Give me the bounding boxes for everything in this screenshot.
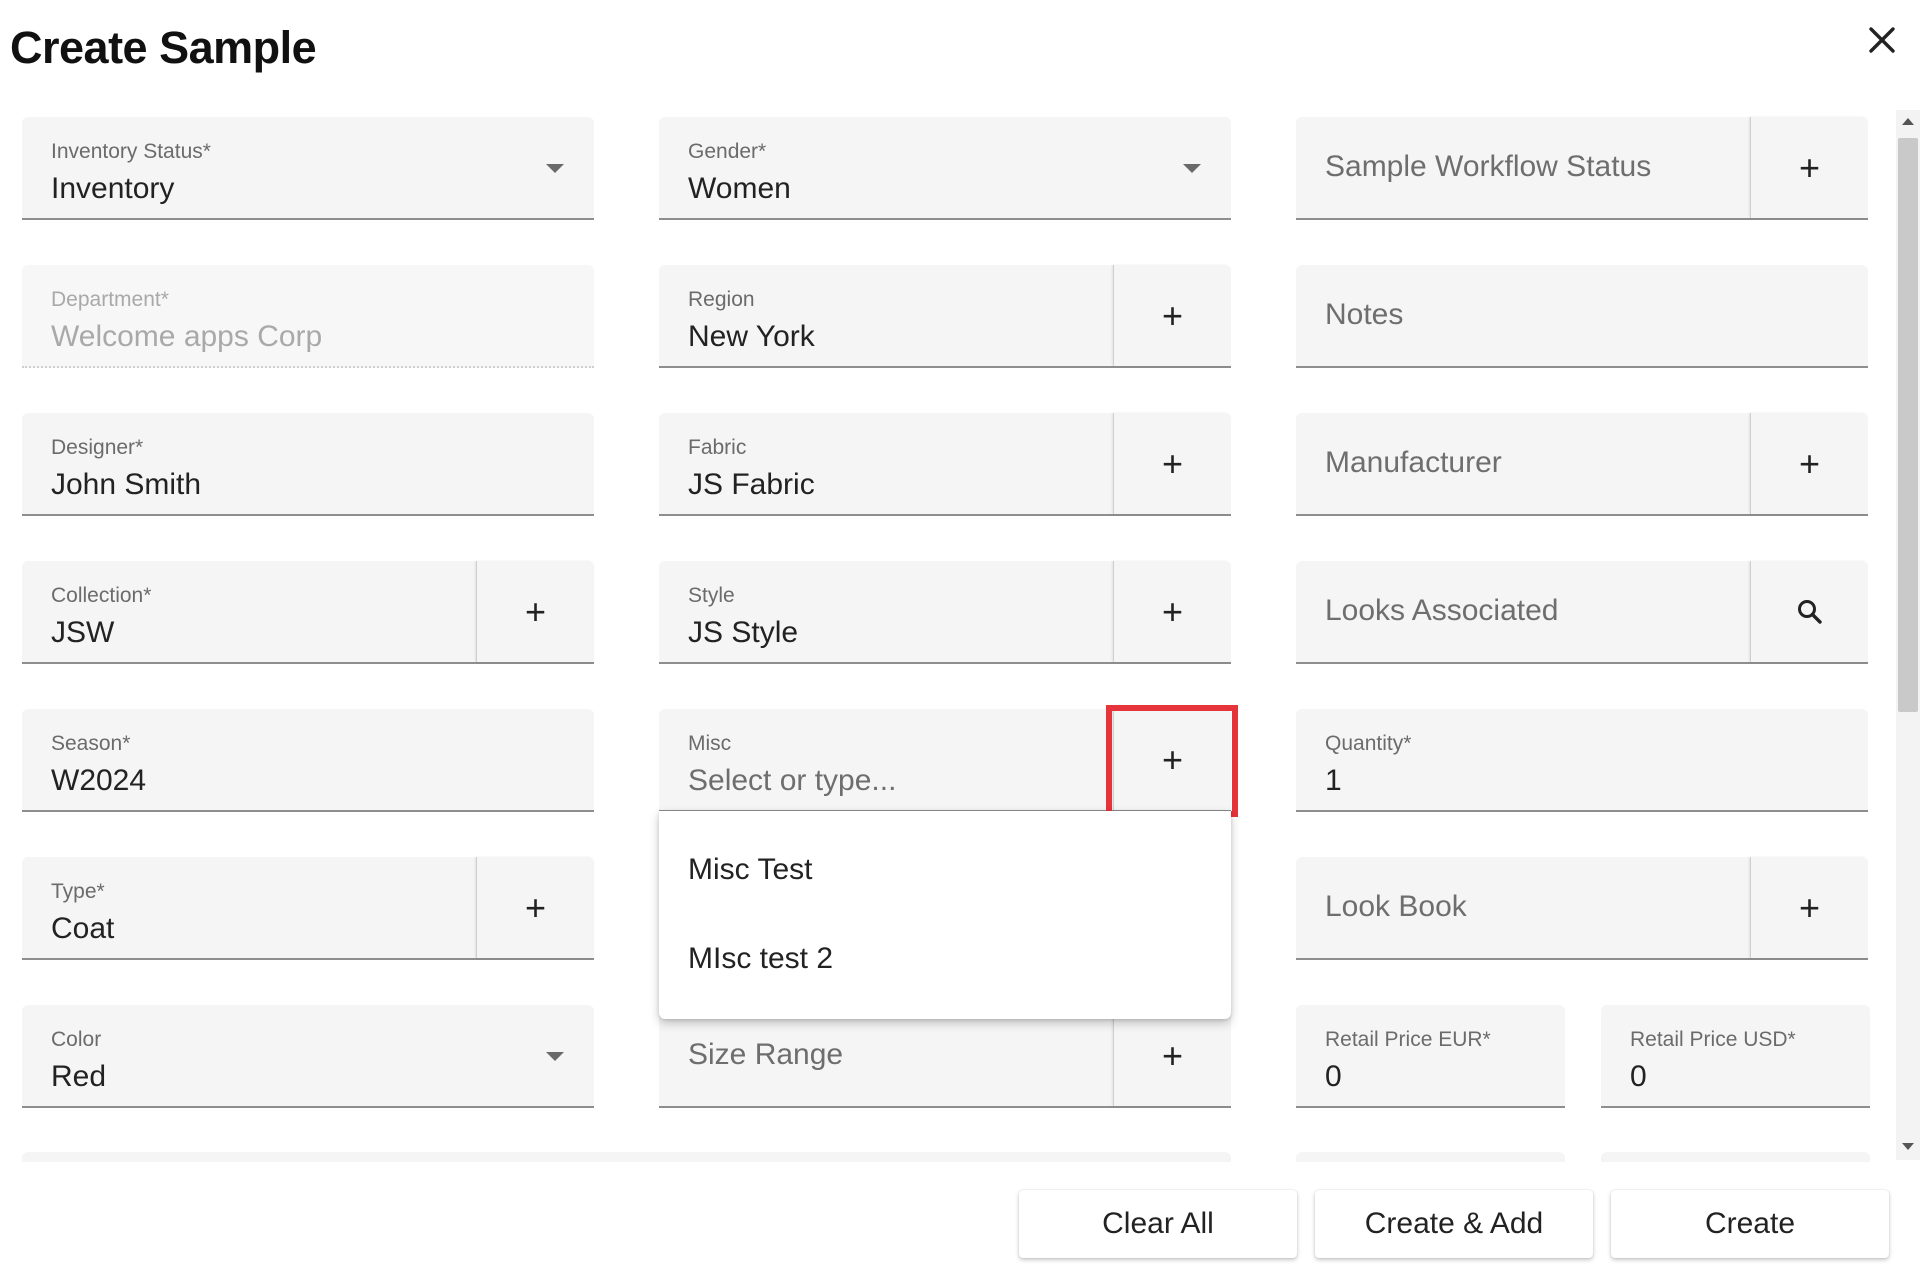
plus-icon: + [1161,1034,1184,1076]
designer-label: Designer* [51,436,144,459]
gender-select[interactable]: Gender* Women [659,117,1231,220]
notes-field[interactable]: Notes [1296,265,1868,368]
add-style-button[interactable]: + [1113,561,1231,662]
fabric-field[interactable]: Fabric JS Fabric + [659,413,1231,516]
page-title: Create Sample [10,22,317,73]
retail-price-usd-field[interactable]: Retail Price USD* 0 [1601,1005,1870,1108]
sample-workflow-status-field[interactable]: Sample Workflow Status + [1296,117,1868,220]
menu-option-misc-test-2[interactable]: MIsc test 2 [688,942,833,976]
collection-value: JSW [51,616,115,649]
plus-icon: + [1161,442,1184,484]
look-book-field[interactable]: Look Book + [1296,857,1868,960]
color-label: Color [51,1028,102,1051]
add-sample-workflow-status-button[interactable]: + [1750,117,1868,218]
misc-field[interactable]: Misc Select or type... + [659,709,1231,812]
chevron-down-icon [546,1052,564,1061]
style-label: Style [688,584,735,607]
add-size-range-button[interactable]: + [1113,1005,1231,1106]
add-misc-button[interactable]: + [1113,709,1231,810]
season-field[interactable]: Season* W2024 [22,709,594,812]
designer-value: John Smith [51,468,202,501]
gender-label: Gender* [688,140,767,163]
size-range-field[interactable]: Size Range + [659,1005,1231,1108]
color-value: Red [51,1060,107,1093]
add-manufacturer-button[interactable]: + [1750,413,1868,514]
scroll-up-icon[interactable] [1902,118,1914,125]
region-field[interactable]: Region New York + [659,265,1231,368]
plus-icon: + [524,886,547,928]
menu-option-misc-test[interactable]: Misc Test [688,853,812,887]
add-type-button[interactable]: + [476,857,594,958]
quantity-field[interactable]: Quantity* 1 [1296,709,1868,812]
next-row-field [1296,1152,1565,1162]
fabric-value: JS Fabric [688,468,815,501]
retail-price-eur-value: 0 [1325,1060,1342,1093]
inventory-status-label: Inventory Status* [51,140,211,163]
style-field[interactable]: Style JS Style + [659,561,1231,664]
add-look-book-button[interactable]: + [1750,857,1868,958]
close-button[interactable] [1860,18,1904,62]
designer-field[interactable]: Designer* John Smith [22,413,594,516]
department-field: Department* Welcome apps Corp [22,265,594,368]
size-range-placeholder: Size Range [688,1038,844,1071]
department-value: Welcome apps Corp [51,320,323,353]
add-fabric-button[interactable]: + [1113,413,1231,514]
plus-icon: + [1798,442,1821,484]
type-label: Type* [51,880,105,903]
plus-icon: + [1161,294,1184,336]
search-icon [1797,599,1822,624]
department-label: Department* [51,288,169,311]
next-row-field [1601,1152,1870,1162]
retail-price-usd-value: 0 [1630,1060,1647,1093]
plus-icon: + [1798,886,1821,928]
color-select[interactable]: Color Red [22,1005,594,1108]
manufacturer-placeholder: Manufacturer [1325,446,1502,479]
add-collection-button[interactable]: + [476,561,594,662]
chevron-down-icon [1183,164,1201,173]
plus-icon: + [1161,738,1184,780]
search-looks-button[interactable] [1750,561,1868,662]
sample-workflow-status-placeholder: Sample Workflow Status [1325,150,1652,183]
plus-icon: + [1798,146,1821,188]
manufacturer-field[interactable]: Manufacturer + [1296,413,1868,516]
collection-label: Collection* [51,584,152,607]
region-value: New York [688,320,815,353]
misc-options-menu: Misc Test MIsc test 2 [659,811,1231,1019]
plus-icon: + [524,590,547,632]
type-field[interactable]: Type* Coat + [22,857,594,960]
fabric-label: Fabric [688,436,747,459]
style-value: JS Style [688,616,799,649]
create-button[interactable]: Create [1611,1190,1889,1258]
retail-price-usd-label: Retail Price USD* [1630,1028,1796,1051]
notes-placeholder: Notes [1325,298,1404,331]
chevron-down-icon [546,164,564,173]
retail-price-eur-field[interactable]: Retail Price EUR* 0 [1296,1005,1565,1108]
inventory-status-select[interactable]: Inventory Status* Inventory [22,117,594,220]
scrollbar-thumb[interactable] [1898,138,1918,712]
inventory-status-value: Inventory [51,172,175,205]
quantity-label: Quantity* [1325,732,1412,755]
season-value: W2024 [51,764,147,797]
misc-label: Misc [688,732,732,755]
collection-field[interactable]: Collection* JSW + [22,561,594,664]
plus-icon: + [1161,590,1184,632]
misc-input[interactable]: Select or type... [688,764,896,798]
quantity-value: 1 [1325,764,1342,797]
add-region-button[interactable]: + [1113,265,1231,366]
scroll-down-icon[interactable] [1902,1143,1914,1150]
look-book-placeholder: Look Book [1325,890,1467,923]
clear-all-button[interactable]: Clear All [1019,1190,1297,1258]
next-row-field [22,1152,1231,1162]
looks-associated-field[interactable]: Looks Associated [1296,561,1868,664]
retail-price-eur-label: Retail Price EUR* [1325,1028,1491,1051]
looks-associated-placeholder: Looks Associated [1325,594,1559,627]
season-label: Season* [51,732,131,755]
create-and-add-button[interactable]: Create & Add [1315,1190,1593,1258]
gender-value: Women [688,172,791,205]
type-value: Coat [51,912,115,945]
close-icon [1869,27,1895,53]
region-label: Region [688,288,755,311]
